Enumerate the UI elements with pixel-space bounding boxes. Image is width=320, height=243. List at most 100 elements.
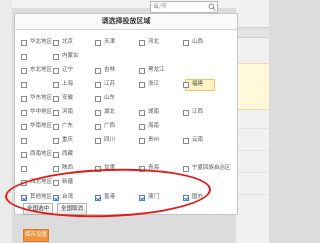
province-checkbox[interactable] (53, 180, 59, 186)
province-checkbox[interactable] (139, 124, 145, 130)
province-label: 江苏 (104, 81, 116, 87)
province-checkbox[interactable] (95, 82, 101, 88)
dialog-title: 请选择投放区域 (101, 17, 151, 25)
group-checkbox[interactable] (21, 82, 27, 88)
province-label: 安徽 (62, 95, 74, 101)
group-checkbox[interactable] (21, 54, 27, 60)
province-checkbox[interactable] (53, 138, 59, 144)
province-label: 青海 (148, 165, 160, 171)
group-checkbox[interactable] (21, 180, 27, 186)
province-checkbox[interactable] (183, 82, 189, 88)
province-label: 北京 (62, 39, 74, 45)
province-checkbox[interactable] (95, 40, 101, 46)
province-checkbox[interactable] (183, 166, 189, 172)
province-checkbox[interactable] (95, 138, 101, 144)
province-label: 山西 (192, 39, 204, 45)
province-checkbox[interactable] (139, 40, 145, 46)
province-checkbox[interactable] (53, 166, 59, 172)
province-checkbox[interactable] (139, 68, 145, 74)
deselect-all-button[interactable]: 全国取消 (57, 203, 87, 215)
province-label: 江西 (192, 109, 204, 115)
divider (236, 194, 269, 195)
province-label: 新疆 (62, 179, 74, 185)
search-icon[interactable] (208, 3, 216, 11)
province-checkbox[interactable] (53, 96, 59, 102)
province-label: 河南 (62, 109, 74, 115)
group-checkbox[interactable] (21, 96, 27, 102)
group-checkbox[interactable] (21, 138, 27, 144)
select-all-button[interactable]: 全国选中 (23, 203, 53, 215)
province-checkbox[interactable] (95, 68, 101, 74)
group-label: 西北地区 (30, 179, 53, 185)
province-label: 辽宁 (62, 67, 74, 73)
province-checkbox[interactable] (53, 124, 59, 130)
province-label: 陕西 (62, 165, 74, 171)
group-checkbox[interactable] (21, 166, 27, 172)
province-label: 浙江 (148, 81, 160, 87)
province-label: 湖北 (104, 109, 116, 115)
group-label: 华北地区 (30, 39, 53, 45)
province-label: 国外 (192, 194, 204, 200)
province-checkbox[interactable] (53, 195, 59, 201)
province-label: 上海 (62, 81, 74, 87)
province-checkbox[interactable] (139, 195, 145, 201)
search-placeholder: 省/市 (153, 3, 168, 10)
province-checkbox[interactable] (53, 68, 59, 74)
province-label: 贵州 (148, 137, 160, 143)
province-checkbox[interactable] (183, 40, 189, 46)
province-label: 山东 (104, 95, 116, 101)
province-label: 台湾 (62, 194, 74, 200)
divider (236, 128, 269, 129)
province-label: 香港 (104, 194, 116, 200)
province-checkbox[interactable] (95, 110, 101, 116)
province-label: 云南 (192, 137, 204, 143)
page-left-strip (0, 0, 12, 243)
province-checkbox[interactable] (139, 110, 145, 116)
province-label: 西藏 (62, 151, 74, 157)
group-checkbox[interactable] (21, 110, 27, 116)
province-checkbox[interactable] (95, 166, 101, 172)
province-checkbox[interactable] (183, 138, 189, 144)
province-checkbox[interactable] (53, 40, 59, 46)
province-label: 福建 (192, 81, 204, 87)
group-checkbox[interactable] (21, 124, 27, 130)
province-checkbox[interactable] (95, 124, 101, 130)
province-label: 广东 (62, 123, 74, 129)
province-checkbox[interactable] (139, 166, 145, 172)
province-label: 四川 (104, 137, 116, 143)
group-checkbox[interactable] (21, 40, 27, 46)
province-checkbox[interactable] (53, 152, 59, 158)
province-checkbox[interactable] (183, 195, 189, 201)
province-label: 海南 (148, 123, 160, 129)
table-header-bar (236, 27, 269, 38)
province-checkbox[interactable] (95, 96, 101, 102)
province-checkbox[interactable] (53, 110, 59, 116)
province-checkbox[interactable] (139, 82, 145, 88)
province-label: 吉林 (104, 67, 116, 73)
province-label: 澳门 (148, 194, 160, 200)
province-label: 天津 (104, 39, 116, 45)
province-label: 宁夏回族自治区 (192, 165, 231, 171)
province-label: 河北 (148, 39, 160, 45)
province-label: 内蒙古 (62, 53, 79, 59)
page-right-panel (236, 0, 269, 243)
group-label: 华中地区 (30, 109, 53, 115)
divider (236, 172, 269, 173)
highlight-box (236, 63, 269, 110)
province-label: 黑龙江 (148, 67, 165, 73)
province-label: 重庆 (62, 137, 74, 143)
search-input[interactable]: 省/市 (150, 1, 218, 13)
province-checkbox[interactable] (53, 54, 59, 60)
group-checkbox[interactable] (21, 152, 27, 158)
province-label: 甘肃 (104, 165, 116, 171)
province-checkbox[interactable] (139, 138, 145, 144)
province-label: 湖南 (148, 109, 160, 115)
group-checkbox[interactable] (21, 195, 27, 201)
province-checkbox[interactable] (53, 82, 59, 88)
province-checkbox[interactable] (183, 110, 189, 116)
group-checkbox[interactable] (21, 68, 27, 74)
province-checkbox[interactable] (95, 195, 101, 201)
region-select-dialog: 请选择投放区域 华北地区 北京 天津 河北 山西 内蒙古 东北地区 辽宁 吉林 黑龙江 上海 江苏 浙江… (14, 13, 238, 215)
group-label: 华东地区 (30, 95, 53, 101)
save-settings-button[interactable]: 保存设置 (23, 229, 49, 242)
